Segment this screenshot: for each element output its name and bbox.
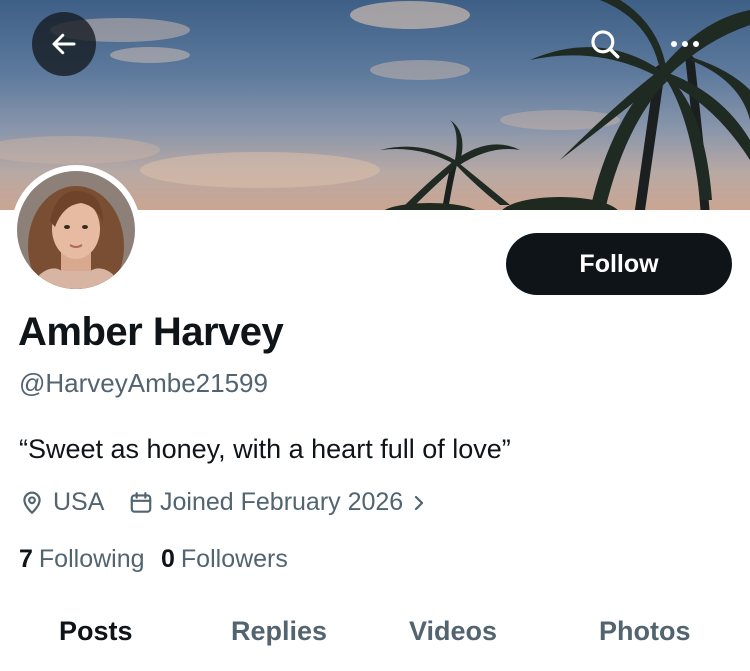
location: USA [19,488,104,517]
profile-handle: @HarveyAmbe21599 [19,368,268,398]
location-pin-icon [23,491,41,514]
followers-label: Followers [180,545,288,573]
tab-videos[interactable]: Videos [409,616,497,647]
profile-bio: “Sweet as honey, with a heart full of lo… [19,434,511,464]
profile-name: Amber Harvey [18,310,284,354]
following-label: Following [38,545,145,573]
calendar-icon [130,491,152,513]
avatar-image [17,171,135,289]
arrow-left-icon [52,33,76,55]
tab-posts[interactable]: Posts [59,616,133,647]
more-button[interactable] [661,20,709,68]
joined-label: Joined February 2026 [160,488,404,516]
following-link[interactable]: 7 Following [19,545,145,574]
tab-replies[interactable]: Replies [231,616,327,647]
avatar[interactable] [11,165,141,295]
follow-button[interactable]: Follow [506,233,732,295]
back-button[interactable] [32,12,96,76]
chevron-right-icon [415,495,424,510]
more-horizontal-icon [671,41,699,47]
location-label: USA [53,488,105,516]
joined-date[interactable]: Joined February 2026 [128,488,427,517]
search-button[interactable] [581,20,629,68]
following-count: 7 [19,545,33,573]
followers-link[interactable]: 0 Followers [161,545,288,574]
tab-photos[interactable]: Photos [599,616,691,647]
search-icon [591,30,620,59]
followers-count: 0 [161,545,175,573]
